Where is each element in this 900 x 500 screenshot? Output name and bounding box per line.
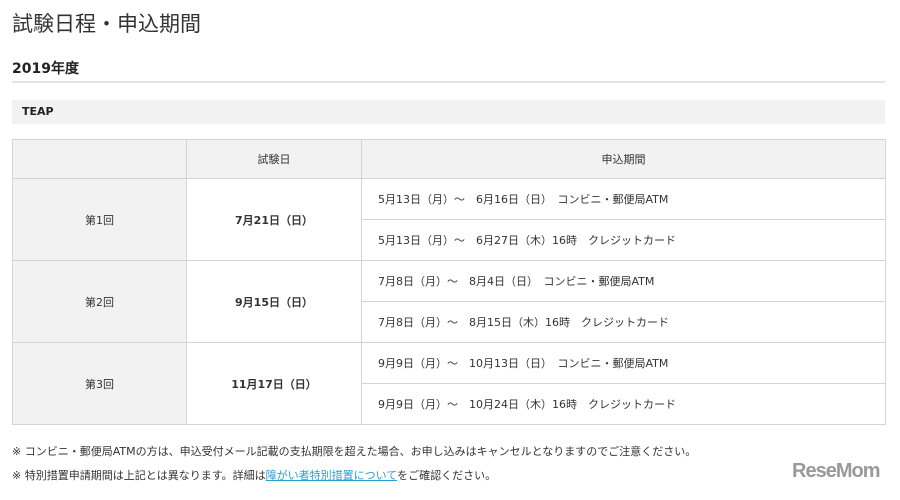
- period-cell: 7月8日（月）～ 8月15日（木）16時 クレジットカード: [361, 301, 886, 343]
- special-measures-link[interactable]: 障がい者特別措置について: [266, 469, 397, 482]
- period-cell: 5月13日（月）～ 6月16日（日） コンビニ・郵便局ATM: [361, 178, 886, 220]
- period-cell: 7月8日（月）～ 8月4日（日） コンビニ・郵便局ATM: [361, 260, 886, 302]
- exam-date-cell: 9月15日（日）: [186, 260, 362, 343]
- table-header-row: 試験日 申込期間: [12, 139, 886, 179]
- header-application-period: 申込期間: [361, 139, 886, 179]
- period-cell: 9月9日（月）～ 10月24日（木）16時 クレジットカード: [361, 383, 886, 425]
- round-cell: 第1回: [12, 178, 187, 261]
- header-round: [12, 139, 187, 179]
- table-row: 第1回 7月21日（日） 5月13日（月）～ 6月16日（日） コンビニ・郵便局…: [12, 178, 886, 261]
- divider: [12, 81, 885, 83]
- period-cell: 9月9日（月）～ 10月13日（日） コンビニ・郵便局ATM: [361, 342, 886, 384]
- note-special-measures: ※ 特別措置申請期間は上記とは異なります。詳細は障がい者特別措置についてをご確認…: [12, 467, 496, 483]
- period-cell: 5月13日（月）～ 6月27日（木）16時 クレジットカード: [361, 219, 886, 261]
- round-cell: 第3回: [12, 342, 187, 425]
- schedule-table: 試験日 申込期間 第1回 7月21日（日） 5月13日（月）～ 6月16日（日）…: [12, 139, 886, 425]
- year-heading: 2019年度: [12, 61, 79, 77]
- exam-date-cell: 11月17日（日）: [186, 342, 362, 425]
- exam-date-cell: 7月21日（日）: [186, 178, 362, 261]
- section-heading: TEAP: [12, 100, 885, 124]
- resemom-logo: ReseMom: [792, 460, 880, 482]
- table-row: 第2回 9月15日（日） 7月8日（月）～ 8月4日（日） コンビニ・郵便局AT…: [12, 260, 886, 343]
- note-text: をご確認ください。: [397, 469, 497, 482]
- note-text: ※ 特別措置申請期間は上記とは異なります。詳細は: [12, 469, 266, 482]
- page-title: 試験日程・申込期間: [12, 12, 201, 36]
- header-exam-date: 試験日: [186, 139, 362, 179]
- table-row: 第3回 11月17日（日） 9月9日（月）～ 10月13日（日） コンビニ・郵便…: [12, 342, 886, 425]
- round-cell: 第2回: [12, 260, 187, 343]
- note-payment: ※ コンビニ・郵便局ATMの方は、申込受付メール記載の支払期限を超えた場合、お申…: [12, 445, 697, 458]
